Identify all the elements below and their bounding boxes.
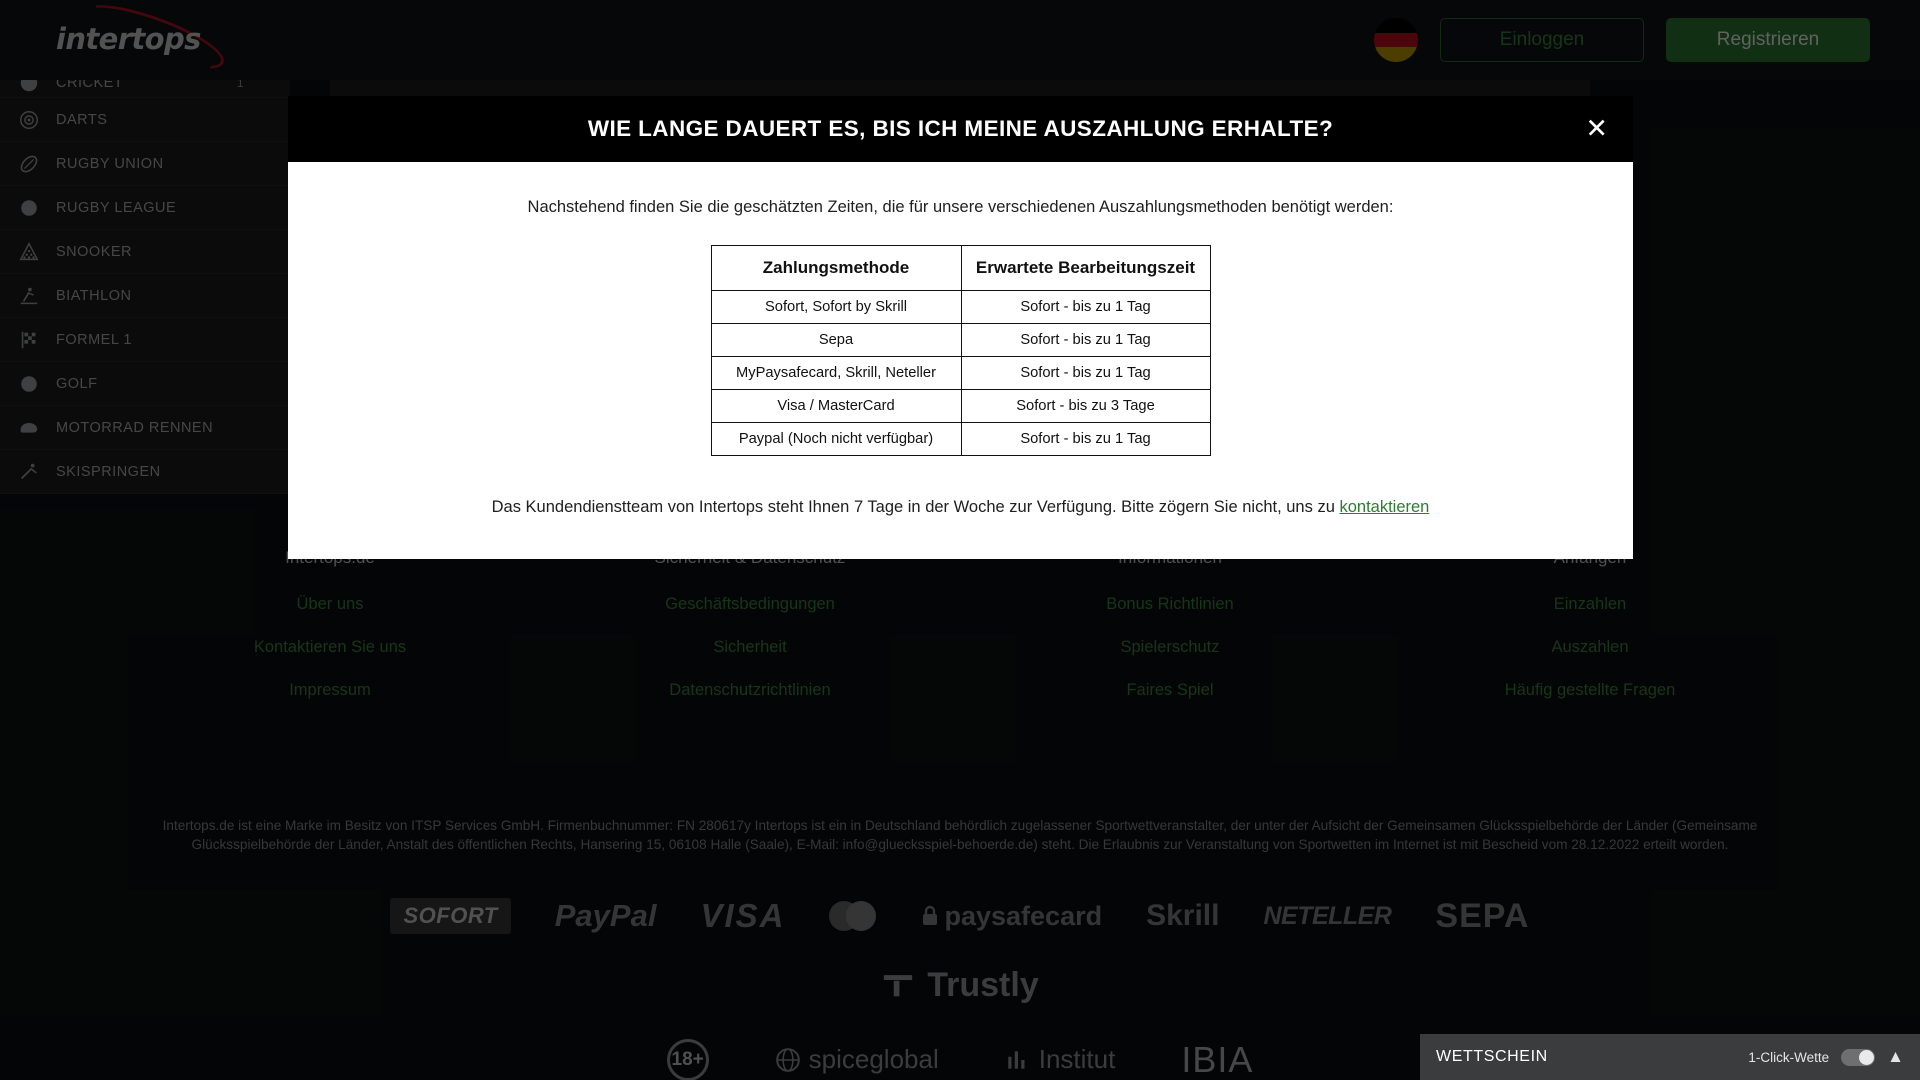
table-row: MyPaysafecard, Skrill, Neteller Sofort -…	[710, 356, 1211, 390]
table-row: Paypal (Noch nicht verfügbar) Sofort - b…	[710, 422, 1211, 456]
close-icon[interactable]: ✕	[1585, 116, 1608, 143]
table-row: Sepa Sofort - bis zu 1 Tag	[710, 323, 1211, 357]
cell-time: Sofort - bis zu 1 Tag	[960, 356, 1211, 390]
modal-title: WIE LANGE DAUERT ES, BIS ICH MEINE AUSZA…	[587, 116, 1334, 141]
cell-method: Visa / MasterCard	[710, 389, 962, 423]
one-click-bet-label: 1-Click-Wette	[1748, 1049, 1830, 1065]
cell-method: Sepa	[710, 323, 962, 357]
betslip-bar[interactable]: WETTSCHEIN 1-Click-Wette ▲	[1420, 1034, 1920, 1080]
table-body: Sofort, Sofort by Skrill Sofort - bis zu…	[710, 290, 1211, 456]
cell-method: Paypal (Noch nicht verfügbar)	[710, 422, 962, 456]
betslip-controls: 1-Click-Wette ▲	[1748, 1047, 1904, 1067]
modal-footer-sentence: Das Kundendienstteam von Intertops steht…	[491, 498, 1340, 516]
cell-time: Sofort - bis zu 1 Tag	[960, 422, 1211, 456]
cell-time: Sofort - bis zu 1 Tag	[960, 290, 1211, 324]
column-header-time: Erwartete Bearbeitungszeit	[960, 245, 1211, 291]
cell-method: MyPaysafecard, Skrill, Neteller	[710, 356, 962, 390]
contact-link[interactable]: kontaktieren	[1339, 498, 1429, 516]
modal-intro-text: Nachstehend finden Sie die geschätzten Z…	[527, 198, 1394, 216]
betslip-title: WETTSCHEIN	[1436, 1048, 1548, 1065]
cell-time: Sofort - bis zu 3 Tage	[960, 389, 1211, 423]
modal-body: Nachstehend finden Sie die geschätzten Z…	[288, 162, 1633, 559]
cell-time: Sofort - bis zu 1 Tag	[960, 323, 1211, 357]
one-click-bet-toggle[interactable]	[1841, 1048, 1876, 1066]
page-root: intertops Einloggen Registrieren CRICKET…	[0, 0, 1920, 1080]
modal-header: WIE LANGE DAUERT ES, BIS ICH MEINE AUSZA…	[288, 96, 1633, 162]
chevron-up-icon[interactable]: ▲	[1887, 1047, 1904, 1067]
modal-footer-text: Das Kundendienstteam von Intertops steht…	[328, 498, 1593, 517]
table-row: Sofort, Sofort by Skrill Sofort - bis zu…	[710, 290, 1211, 324]
payout-times-modal: WIE LANGE DAUERT ES, BIS ICH MEINE AUSZA…	[288, 96, 1633, 559]
column-header-method: Zahlungsmethode	[710, 245, 962, 291]
table-header-row: Zahlungsmethode Erwartete Bearbeitungsze…	[710, 245, 1211, 291]
cell-method: Sofort, Sofort by Skrill	[710, 290, 962, 324]
table-row: Visa / MasterCard Sofort - bis zu 3 Tage	[710, 389, 1211, 423]
payout-times-table: Zahlungsmethode Erwartete Bearbeitungsze…	[710, 245, 1211, 456]
